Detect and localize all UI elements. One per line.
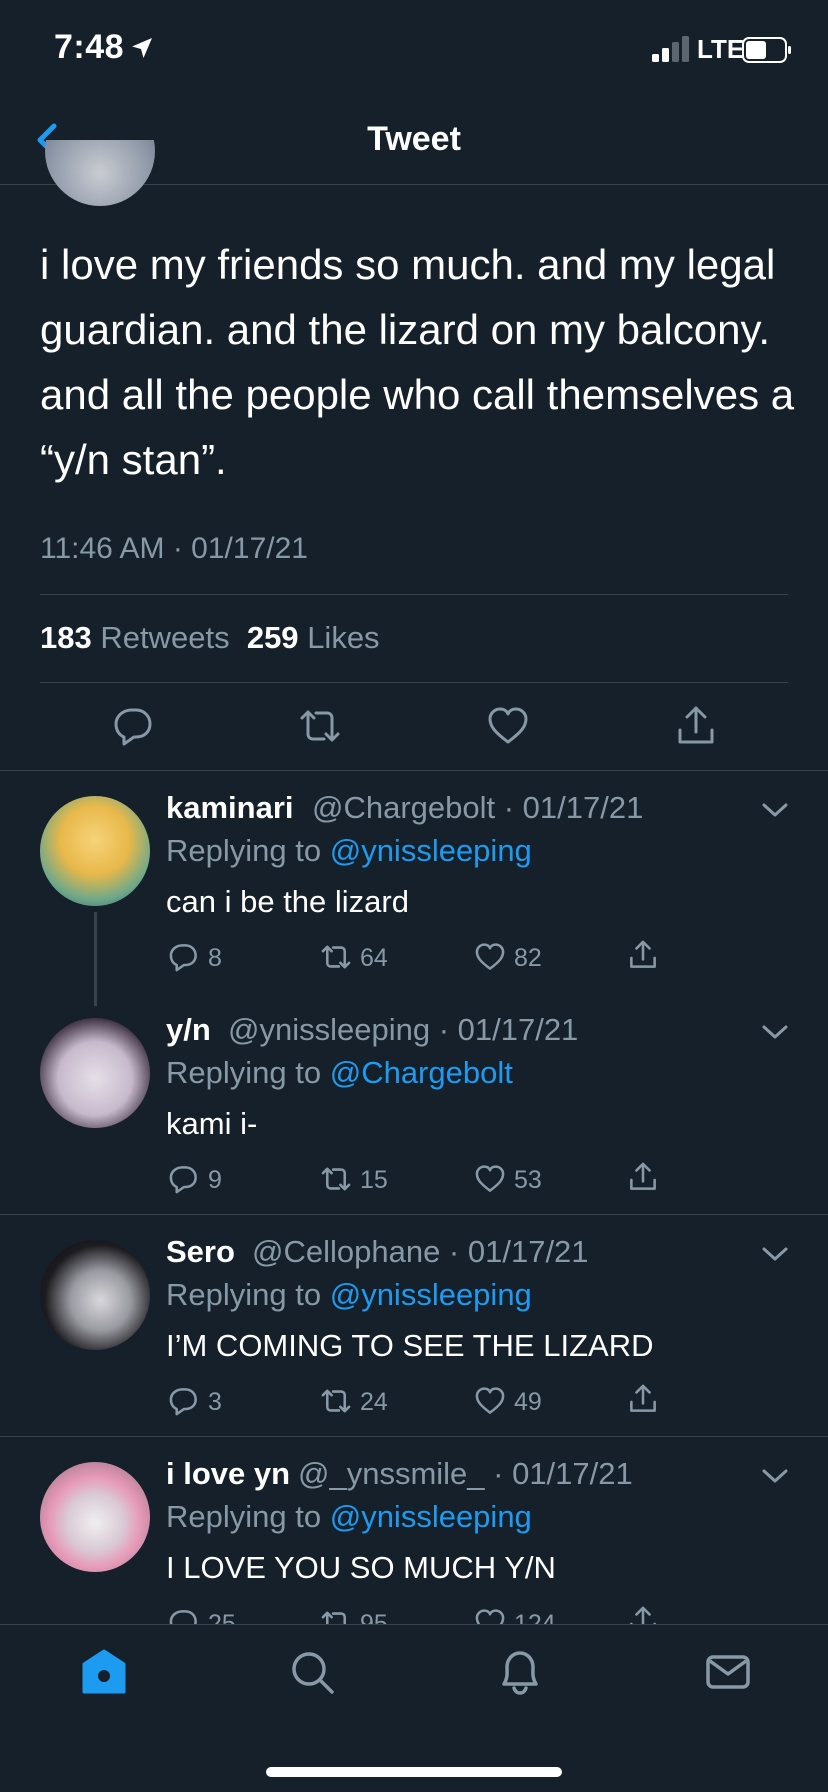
reply-count: 8 [208, 944, 222, 972]
reply-text: kami i- [166, 1106, 258, 1141]
reply-author-handle[interactable]: @_ynssmile_ · 01/17/21 [298, 1456, 633, 1492]
avatar[interactable] [40, 1018, 150, 1128]
replying-to-handle[interactable]: @Chargebolt [330, 1055, 513, 1090]
retweet-icon[interactable] [320, 1385, 352, 1417]
reply-author-handle[interactable]: @ynissleeping · 01/17/21 [228, 1012, 578, 1048]
share-icon[interactable] [627, 939, 659, 971]
replying-to: Replying to @Chargebolt [166, 1055, 513, 1091]
network-label: LTE [697, 34, 745, 64]
reply-text: I LOVE YOU SO MUCH Y/N [166, 1550, 556, 1585]
reply-icon[interactable] [168, 1385, 200, 1417]
like-count: 82 [514, 944, 542, 972]
location-arrow-icon [132, 38, 152, 58]
share-icon[interactable] [674, 704, 718, 748]
replying-prefix: Replying to [166, 1499, 322, 1534]
reply-icon[interactable] [168, 1163, 200, 1195]
divider [0, 770, 828, 771]
divider [0, 1214, 828, 1215]
replying-prefix: Replying to [166, 1277, 322, 1312]
battery-icon [742, 37, 791, 63]
chevron-down-icon[interactable] [760, 1466, 790, 1486]
share-icon[interactable] [627, 1383, 659, 1415]
avatar[interactable] [40, 796, 150, 906]
reply-author-handle[interactable]: @Chargebolt · 01/17/21 [312, 790, 643, 826]
replying-to-handle[interactable]: @ynissleeping [330, 833, 532, 868]
tweet-text: i love my friends so much. and my legal … [40, 241, 795, 483]
reply-icon[interactable] [168, 941, 200, 973]
reply-text: I’M COMING TO SEE THE LIZARD [166, 1328, 654, 1363]
like-icon[interactable] [474, 1385, 506, 1417]
like-icon[interactable] [474, 941, 506, 973]
home-indicator[interactable] [266, 1767, 562, 1777]
thread-line [94, 912, 97, 1006]
reply-author-name[interactable]: Sero [166, 1234, 235, 1270]
replying-prefix: Replying to [166, 1055, 322, 1090]
divider [40, 682, 788, 683]
chevron-down-icon[interactable] [760, 1022, 790, 1042]
like-count[interactable]: 259 [247, 620, 299, 655]
retweet-count[interactable]: 183 [40, 620, 92, 655]
search-icon[interactable] [288, 1648, 336, 1696]
retweet-icon[interactable] [320, 1163, 352, 1195]
like-count: 53 [514, 1166, 542, 1194]
likes-label[interactable]: Likes [307, 620, 379, 655]
chevron-down-icon[interactable] [760, 800, 790, 820]
author-avatar[interactable] [45, 140, 155, 206]
avatar[interactable] [40, 1462, 150, 1572]
share-icon[interactable] [627, 1161, 659, 1193]
replying-prefix: Replying to [166, 833, 322, 868]
tweet-stats: 183 Retweets 259 Likes [40, 620, 380, 656]
retweet-count: 15 [360, 1166, 388, 1194]
status-time: 7:48 [54, 28, 125, 66]
replying-to: Replying to @ynissleeping [166, 1499, 532, 1535]
retweet-icon[interactable] [298, 704, 342, 748]
reply-author-handle[interactable]: @Cellophane · 01/17/21 [252, 1234, 589, 1270]
retweet-count: 64 [360, 944, 388, 972]
like-count: 49 [514, 1388, 542, 1416]
divider [40, 594, 788, 595]
replying-to: Replying to @ynissleeping [166, 1277, 532, 1313]
replying-to-handle[interactable]: @ynissleeping [330, 1499, 532, 1534]
reply-count: 9 [208, 1166, 222, 1194]
retweet-count: 24 [360, 1388, 388, 1416]
avatar[interactable] [40, 1240, 150, 1350]
tweet-timestamp: 11:46 AM · 01/17/21 [40, 532, 308, 565]
reply-text: can i be the lizard [166, 884, 409, 919]
reply-count: 3 [208, 1388, 222, 1416]
home-icon[interactable] [80, 1648, 128, 1696]
divider [0, 1436, 828, 1437]
notifications-icon[interactable] [496, 1648, 544, 1696]
replying-to-handle[interactable]: @ynissleeping [330, 1277, 532, 1312]
retweet-icon[interactable] [320, 941, 352, 973]
chevron-down-icon[interactable] [760, 1244, 790, 1264]
signal-icon [652, 36, 689, 62]
like-icon[interactable] [474, 1163, 506, 1195]
reply-author-name[interactable]: y/n [166, 1012, 211, 1048]
messages-icon[interactable] [704, 1648, 752, 1696]
like-icon[interactable] [486, 704, 530, 748]
reply-icon[interactable] [112, 704, 156, 748]
retweets-label[interactable]: Retweets [100, 620, 229, 655]
replying-to: Replying to @ynissleeping [166, 833, 532, 869]
reply-author-name[interactable]: i love yn [166, 1456, 290, 1492]
reply-author-name[interactable]: kaminari [166, 790, 294, 826]
